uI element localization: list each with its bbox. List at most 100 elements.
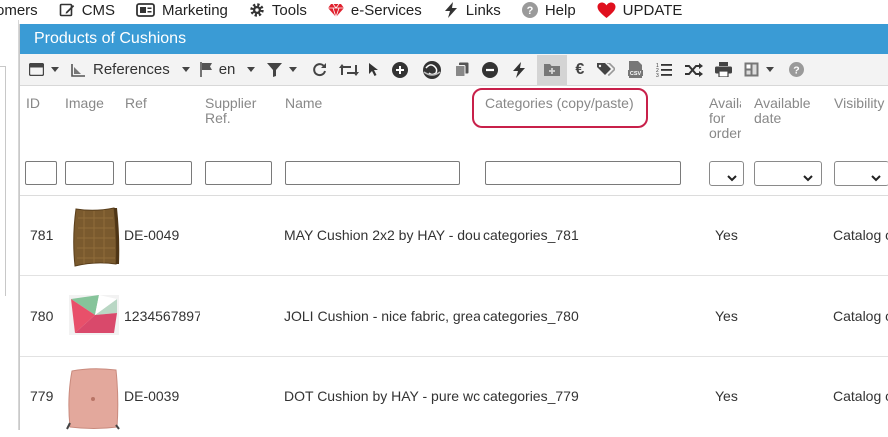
grid-header: ID Image Ref Supplier Ref. Name Categori…: [20, 86, 888, 196]
remove-button[interactable]: [482, 55, 499, 85]
globe-button[interactable]: [422, 55, 442, 85]
menu-item-label: Marketing: [162, 1, 228, 19]
column-header-supplier-ref[interactable]: Supplier Ref.: [205, 96, 265, 126]
cell-id: 779: [30, 388, 54, 404]
cell-categories[interactable]: categories_780: [483, 308, 579, 324]
filter-available-select[interactable]: [709, 161, 744, 186]
copy-button[interactable]: [455, 55, 469, 85]
help-icon: ?: [521, 2, 538, 18]
column-header-visibility[interactable]: Visibility: [834, 96, 884, 111]
cell-visibility: Catalog o: [833, 227, 888, 243]
menu-item-label: Tools: [271, 1, 307, 19]
cell-ref: 1234567897: [124, 308, 200, 324]
column-header-ref[interactable]: Ref: [125, 96, 147, 111]
menu-item-cms[interactable]: CMS: [59, 0, 115, 20]
references-dropdown[interactable]: References: [71, 55, 190, 85]
cell-name: DOT Cushion by HAY - pure wc: [284, 388, 480, 404]
menu-item-tools[interactable]: Tools: [249, 0, 307, 20]
shuffle-button[interactable]: [685, 55, 704, 85]
filter-supplier-ref-input[interactable]: [205, 161, 272, 185]
filter-button[interactable]: [267, 55, 298, 85]
menu-item-help[interactable]: ? Help: [521, 0, 576, 20]
filter-id-input[interactable]: [25, 161, 57, 185]
column-header-available-date[interactable]: Available date: [754, 96, 816, 126]
side-pane-divider: [0, 66, 6, 296]
refresh-button[interactable]: [312, 55, 327, 85]
product-thumbnail[interactable]: [64, 367, 120, 430]
price-button[interactable]: €: [575, 55, 584, 85]
sync-icon: [339, 63, 360, 77]
cell-name: JOLI Cushion - nice fabric, grea: [284, 308, 480, 324]
csv-icon: CSV: [628, 61, 644, 78]
euro-icon: €: [575, 60, 585, 78]
menu-item-label: CMS: [81, 1, 116, 19]
tags-button[interactable]: [597, 55, 616, 85]
filter-image-input[interactable]: [65, 161, 114, 185]
lightning-icon: [513, 61, 526, 78]
cell-categories[interactable]: categories_779: [483, 388, 579, 404]
menu-item-label: e-Services: [350, 1, 422, 19]
product-thumbnail[interactable]: [70, 206, 120, 268]
products-panel: Products of Cushions References en € CSV…: [19, 24, 888, 437]
panel-title: Products of Cushions: [20, 24, 888, 54]
cell-visibility: Catalog o: [833, 388, 888, 404]
copy-icon: [455, 62, 469, 77]
export-csv-button[interactable]: CSV: [628, 55, 644, 85]
print-button[interactable]: [715, 55, 733, 85]
filter-categories-input[interactable]: [485, 161, 681, 185]
select-button[interactable]: [368, 55, 379, 85]
top-menu: omers CMS Marketing Tools e-Services Lin…: [0, 0, 888, 20]
add-icon: [392, 61, 409, 78]
product-thumbnail[interactable]: [69, 293, 119, 338]
menu-item-eservices[interactable]: e-Services: [327, 0, 422, 20]
table-row[interactable]: 779 DE-0039 DOT Cushion by HAY - pure wc…: [20, 357, 888, 437]
cell-available: Yes: [715, 388, 738, 404]
column-header-available-for-order[interactable]: Available for order: [709, 96, 741, 141]
layout-button[interactable]: [744, 55, 775, 85]
filter-available-date-select[interactable]: [754, 161, 822, 186]
sync-button[interactable]: [339, 55, 360, 85]
table-row[interactable]: 781 DE-0049 MAY Cushion 2x2 by HAY - dou…: [20, 196, 888, 276]
add-to-category-button[interactable]: [537, 54, 568, 85]
language-dropdown[interactable]: en: [199, 55, 256, 85]
menu-item-update[interactable]: UPDATE: [597, 0, 682, 20]
cursor-icon: [368, 62, 379, 77]
filter-visibility-select[interactable]: [834, 161, 888, 186]
remove-icon: [482, 61, 499, 78]
chevron-down-icon: [803, 169, 813, 187]
bolt-icon: [443, 2, 459, 18]
menu-item-customers[interactable]: omers: [0, 0, 38, 20]
filter-ref-input[interactable]: [125, 161, 192, 185]
flag-icon: [199, 62, 213, 77]
quick-action-button[interactable]: [513, 55, 526, 85]
cell-categories[interactable]: categories_781: [483, 227, 579, 243]
column-header-image[interactable]: Image: [65, 96, 104, 111]
svg-text:CSV: CSV: [630, 71, 642, 77]
chevron-down-icon: [727, 169, 737, 187]
tags-icon: [597, 62, 616, 77]
add-product-button[interactable]: [392, 55, 409, 85]
gear-icon: [249, 2, 265, 18]
menu-item-label: omers: [0, 1, 38, 19]
svg-text:3: 3: [656, 73, 659, 77]
menu-item-links[interactable]: Links: [443, 0, 501, 20]
cell-ref: DE-0049: [124, 227, 180, 243]
ordered-list-button[interactable]: 123: [656, 55, 673, 85]
view-menu-button[interactable]: [29, 55, 59, 85]
heart-icon: [597, 2, 616, 18]
column-header-name[interactable]: Name: [285, 96, 322, 111]
grid-help-button[interactable]: ?: [789, 55, 805, 85]
column-header-id[interactable]: ID: [26, 96, 40, 111]
references-label: References: [93, 61, 170, 78]
svg-text:?: ?: [794, 65, 800, 77]
side-pane-edge: [0, 20, 19, 430]
table-row[interactable]: 780 1234567897 JOLI Cushion - nice fabri…: [20, 276, 888, 357]
menu-item-label: Links: [465, 1, 501, 19]
filter-icon: [267, 62, 283, 77]
layout-icon: [744, 62, 759, 77]
cell-ref: DE-0039: [124, 388, 180, 404]
menu-item-marketing[interactable]: Marketing: [136, 0, 228, 20]
filter-name-input[interactable]: [285, 161, 460, 185]
help-icon: ?: [789, 62, 805, 77]
globe-icon: [422, 60, 442, 80]
